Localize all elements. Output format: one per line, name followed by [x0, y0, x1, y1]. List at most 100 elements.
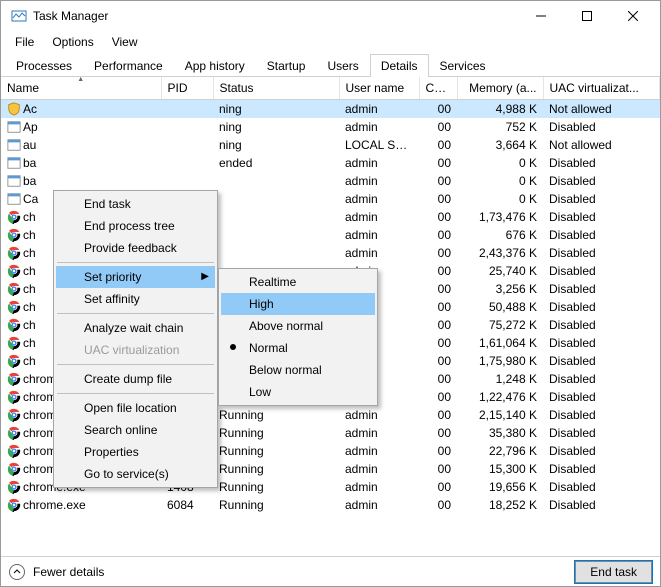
- column-header[interactable]: CPU: [419, 77, 457, 100]
- priority-below-normal[interactable]: Below normal: [221, 359, 375, 381]
- cell: [213, 172, 339, 190]
- column-header[interactable]: Memory (a...: [457, 77, 543, 100]
- cell: 35,380 K: [457, 424, 543, 442]
- menu-item-set-priority[interactable]: Set priority▶: [56, 266, 215, 288]
- menu-options[interactable]: Options: [44, 33, 101, 51]
- cell: 00: [419, 208, 457, 226]
- menu-item-end-task[interactable]: End task: [56, 193, 215, 215]
- cell: Disabled: [543, 352, 660, 370]
- column-header[interactable]: PID: [161, 77, 213, 100]
- cell: 752 K: [457, 118, 543, 136]
- menu-item-open-file-location[interactable]: Open file location: [56, 397, 215, 419]
- shield-icon: [7, 102, 21, 116]
- cell: Disabled: [543, 478, 660, 496]
- cell: admin: [339, 118, 419, 136]
- menu-file[interactable]: File: [7, 33, 42, 51]
- chrome-icon: [7, 354, 21, 368]
- chrome-icon: [7, 444, 21, 458]
- table-header-row: Name▲PIDStatusUser nameCPUMemory (a...UA…: [1, 77, 660, 100]
- priority-high[interactable]: High: [221, 293, 375, 315]
- cell: Running: [213, 424, 339, 442]
- chrome-icon: [7, 210, 21, 224]
- minimize-button[interactable]: [518, 1, 564, 31]
- cell: 2,43,376 K: [457, 244, 543, 262]
- maximize-button[interactable]: [564, 1, 610, 31]
- tab-performance[interactable]: Performance: [83, 54, 174, 77]
- cell: admin: [339, 424, 419, 442]
- tab-services[interactable]: Services: [429, 54, 497, 77]
- cell: Disabled: [543, 190, 660, 208]
- table-row[interactable]: baadmin000 KDisabled: [1, 172, 660, 190]
- cell: 1,73,476 K: [457, 208, 543, 226]
- cell: ended: [213, 154, 339, 172]
- table-row[interactable]: Acningadmin004,988 KNot allowed: [1, 100, 660, 118]
- cell: admin: [339, 406, 419, 424]
- menu-item-create-dump-file[interactable]: Create dump file: [56, 368, 215, 390]
- cell: Running: [213, 460, 339, 478]
- tab-users[interactable]: Users: [316, 54, 369, 77]
- end-task-button[interactable]: End task: [575, 561, 652, 583]
- menu-view[interactable]: View: [104, 33, 146, 51]
- priority-submenu: RealtimeHighAbove normalNormalBelow norm…: [218, 268, 378, 406]
- column-header[interactable]: User name: [339, 77, 419, 100]
- cell: Disabled: [543, 406, 660, 424]
- menu-item-set-affinity[interactable]: Set affinity: [56, 288, 215, 310]
- chrome-icon: [7, 282, 21, 296]
- cell: Disabled: [543, 244, 660, 262]
- menu-item-search-online[interactable]: Search online: [56, 419, 215, 441]
- menu-item-uac-virtualization: UAC virtualization: [56, 339, 215, 361]
- cell: [213, 244, 339, 262]
- menu-separator: [57, 313, 214, 314]
- menu-separator: [57, 364, 214, 365]
- close-button[interactable]: [610, 1, 656, 31]
- cell: admin: [339, 190, 419, 208]
- column-header[interactable]: Status: [213, 77, 339, 100]
- collapse-icon[interactable]: [9, 564, 25, 580]
- table-row[interactable]: chrome.exe6084Runningadmin0018,252 KDisa…: [1, 496, 660, 514]
- chrome-icon: [7, 372, 21, 386]
- table-row[interactable]: Apningadmin00752 KDisabled: [1, 118, 660, 136]
- chrome-icon: [7, 390, 21, 404]
- cell: Disabled: [543, 280, 660, 298]
- table-row[interactable]: auningLOCAL SE...003,664 KNot allowed: [1, 136, 660, 154]
- priority-low[interactable]: Low: [221, 381, 375, 403]
- tab-details[interactable]: Details: [370, 54, 429, 77]
- chrome-icon: [7, 462, 21, 476]
- submenu-arrow-icon: ▶: [201, 271, 209, 282]
- table-row[interactable]: baendedadmin000 KDisabled: [1, 154, 660, 172]
- menu-item-provide-feedback[interactable]: Provide feedback: [56, 237, 215, 259]
- cell: 676 K: [457, 226, 543, 244]
- cell: 6084: [161, 496, 213, 514]
- cell: ning: [213, 136, 339, 154]
- cell: 00: [419, 244, 457, 262]
- tab-startup[interactable]: Startup: [256, 54, 317, 77]
- cell: ning: [213, 100, 339, 118]
- priority-normal[interactable]: Normal: [221, 337, 375, 359]
- cell: admin: [339, 496, 419, 514]
- titlebar: Task Manager: [1, 1, 660, 31]
- cell: Not allowed: [543, 100, 660, 118]
- menu-item-end-process-tree[interactable]: End process tree: [56, 215, 215, 237]
- priority-realtime[interactable]: Realtime: [221, 271, 375, 293]
- cell: 3,256 K: [457, 280, 543, 298]
- cell: Disabled: [543, 298, 660, 316]
- fewer-details-link[interactable]: Fewer details: [33, 565, 104, 579]
- menu-item-analyze-wait-chain[interactable]: Analyze wait chain: [56, 317, 215, 339]
- app-icon: [7, 192, 21, 206]
- priority-above-normal[interactable]: Above normal: [221, 315, 375, 337]
- tab-processes[interactable]: Processes: [5, 54, 83, 77]
- tab-app-history[interactable]: App history: [174, 54, 256, 77]
- column-header[interactable]: Name▲: [1, 77, 161, 100]
- cell: 00: [419, 172, 457, 190]
- cell: 00: [419, 190, 457, 208]
- cell: admin: [339, 172, 419, 190]
- cell: Not allowed: [543, 136, 660, 154]
- details-table-wrap: Name▲PIDStatusUser nameCPUMemory (a...UA…: [1, 77, 660, 556]
- cell: Disabled: [543, 262, 660, 280]
- column-header[interactable]: UAC virtualizat...: [543, 77, 660, 100]
- menu-item-properties[interactable]: Properties: [56, 441, 215, 463]
- cell: Disabled: [543, 334, 660, 352]
- menu-item-go-to-service-s-[interactable]: Go to service(s): [56, 463, 215, 485]
- cell: admin: [339, 100, 419, 118]
- task-manager-window: Task Manager FileOptionsView ProcessesPe…: [0, 0, 661, 587]
